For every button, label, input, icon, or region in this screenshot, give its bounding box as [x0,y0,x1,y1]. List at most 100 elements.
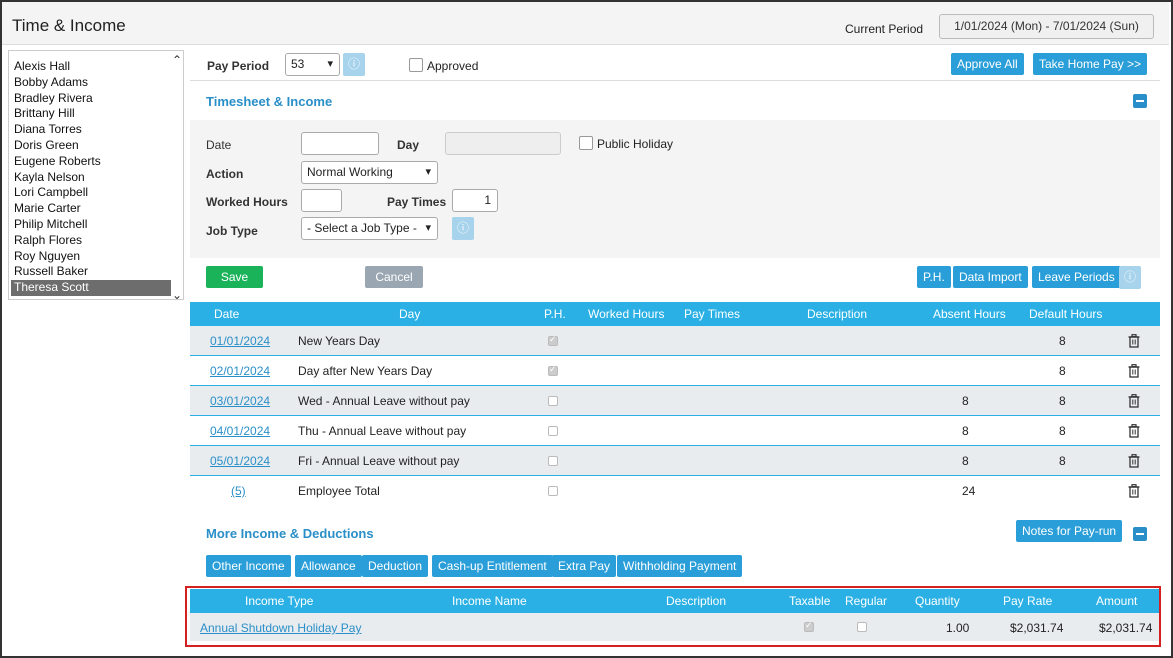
ph-checkbox[interactable] [548,486,558,496]
scroll-down-icon[interactable]: ⌄ [172,288,182,302]
leave-info-icon[interactable]: ⓘ [1119,266,1141,289]
delete-icon[interactable] [1128,334,1142,348]
default-hours-cell: 8 [1059,394,1066,408]
col-day[interactable]: Day [399,307,420,321]
employee-list[interactable]: ⌃ Alexis Hall Bobby Adams Bradley Rivera Br… [8,50,184,302]
income-cash-up-entitlement-button[interactable]: Cash-up Entitlement [432,555,553,577]
ph-checkbox[interactable] [548,456,558,466]
ph-button[interactable]: P.H. [917,266,951,288]
date-link[interactable]: (5) [231,484,246,498]
table-row: 04/01/2024 Thu - Annual Leave without pay… [190,416,1160,446]
pay-period-value: 53 [291,57,305,71]
table-row: 01/01/2024 New Years Day 8 [190,326,1160,356]
date-link[interactable]: 01/01/2024 [210,334,270,348]
ph-checkbox[interactable] [548,396,558,406]
cancel-button[interactable]: Cancel [365,266,423,288]
job-type-select[interactable]: - Select a Job Type - ▾ [301,217,438,240]
header-bar: Time & Income Current Period 1/01/2024 (… [2,2,1169,45]
income-other-income-button[interactable]: Other Income [206,555,291,577]
delete-icon[interactable] [1128,424,1142,438]
ph-checkbox[interactable] [548,334,558,346]
action-select[interactable]: Normal Working ▾ [301,161,438,184]
chevron-down-icon: ▾ [327,58,333,70]
employee-list-item[interactable]: Doris Green [11,138,171,154]
date-link[interactable]: 03/01/2024 [210,394,270,408]
approved-checkbox[interactable] [409,58,423,72]
col-ph[interactable]: P.H. [544,307,566,321]
day-cell: Wed - Annual Leave without pay [298,394,470,408]
pay-period-info-icon[interactable]: ⓘ [343,53,365,76]
pay-period-select[interactable]: 53 ▾ [285,53,340,76]
approved-label: Approved [427,59,479,73]
income-deduction-button[interactable]: Deduction [362,555,429,577]
date-link[interactable]: 05/01/2024 [210,454,270,468]
income-allowance-button[interactable]: Allowance [295,555,362,577]
table-row: 05/01/2024 Fri - Annual Leave without pay… [190,446,1160,476]
pay-times-input[interactable]: 1 [452,189,498,212]
employee-list-item[interactable]: Roy Nguyen [11,249,171,265]
employee-list-item[interactable]: Ralph Flores [11,233,171,249]
collapse-timesheet-icon[interactable] [1133,94,1147,108]
default-hours-cell: 8 [1059,334,1066,348]
public-holiday-label: Public Holiday [597,137,674,151]
worked-hours-label: Worked Hours [206,195,288,209]
take-home-pay-button[interactable]: Take Home Pay >> [1033,53,1148,75]
employee-list-item[interactable]: Kayla Nelson [11,170,171,186]
employee-list-item[interactable]: Philip Mitchell [11,217,171,233]
ph-checkbox[interactable] [548,426,558,436]
absent-hours-cell: 24 [962,484,976,498]
employee-list-item[interactable]: Alexis Hall [11,59,171,75]
delete-icon[interactable] [1128,484,1142,498]
divider [190,80,1160,81]
collapse-income-icon[interactable] [1133,527,1147,541]
col-date[interactable]: Date [214,307,239,321]
employee-list-item[interactable]: Russell Baker [11,264,171,280]
day-cell: Thu - Annual Leave without pay [298,424,467,438]
approve-all-button[interactable]: Approve All [951,53,1024,75]
employee-list-item[interactable]: Theresa Scott [11,280,171,297]
employee-list-item[interactable]: Marie Carter [11,201,171,217]
job-type-value: - Select a Job Type - [307,221,417,235]
day-label: Day [397,138,420,152]
pay-times-label: Pay Times [387,195,447,209]
col-default-hours[interactable]: Default Hours [1029,307,1102,321]
date-link[interactable]: 04/01/2024 [210,424,270,438]
employee-list-item[interactable]: Brittany Hill [11,106,171,122]
leave-periods-button[interactable]: Leave Periods [1032,266,1121,288]
date-label: Date [206,138,232,152]
day-cell: Employee Total [298,484,380,498]
date-link[interactable]: 02/01/2024 [210,364,270,378]
col-worked-hours[interactable]: Worked Hours [588,307,664,321]
col-pay-times[interactable]: Pay Times [684,307,740,321]
save-button[interactable]: Save [206,266,263,288]
date-input[interactable] [301,132,379,155]
employee-list-item[interactable]: Lori Campbell [11,185,171,201]
employee-list-item[interactable]: Bradley Rivera [11,91,171,107]
income-extra-pay-button[interactable]: Extra Pay [552,555,617,577]
delete-icon[interactable] [1128,394,1142,408]
day-cell: New Years Day [298,334,381,348]
col-description[interactable]: Description [807,307,867,321]
scroll-up-icon[interactable]: ⌃ [172,53,182,67]
employee-list-item[interactable]: Bobby Adams [11,75,171,91]
day-cell: Day after New Years Day [298,364,433,378]
delete-icon[interactable] [1128,364,1142,378]
notes-for-payrun-button[interactable]: Notes for Pay-run [1016,520,1123,542]
col-absent-hours[interactable]: Absent Hours [933,307,1006,321]
employee-list-item[interactable]: Eugene Roberts [11,154,171,170]
ph-checkbox[interactable] [548,364,558,376]
public-holiday-checkbox[interactable] [579,136,593,150]
income-withholding-payment-button[interactable]: Withholding Payment [617,555,743,577]
data-import-button[interactable]: Data Import [953,266,1028,288]
employee-list-item[interactable]: Diana Torres [11,122,171,138]
worked-hours-input[interactable] [301,189,342,212]
day-cell: Fri - Annual Leave without pay [298,454,460,468]
pay-period-label: Pay Period [207,59,270,73]
highlight-box [185,586,1161,647]
chevron-down-icon: ▾ [425,222,431,234]
job-type-info-icon[interactable]: ⓘ [452,217,474,240]
delete-icon[interactable] [1128,454,1142,468]
chevron-down-icon: ▾ [425,166,431,178]
current-period-selector[interactable]: 1/01/2024 (Mon) - 7/01/2024 (Sun) [939,14,1154,39]
job-type-label: Job Type [206,224,258,238]
